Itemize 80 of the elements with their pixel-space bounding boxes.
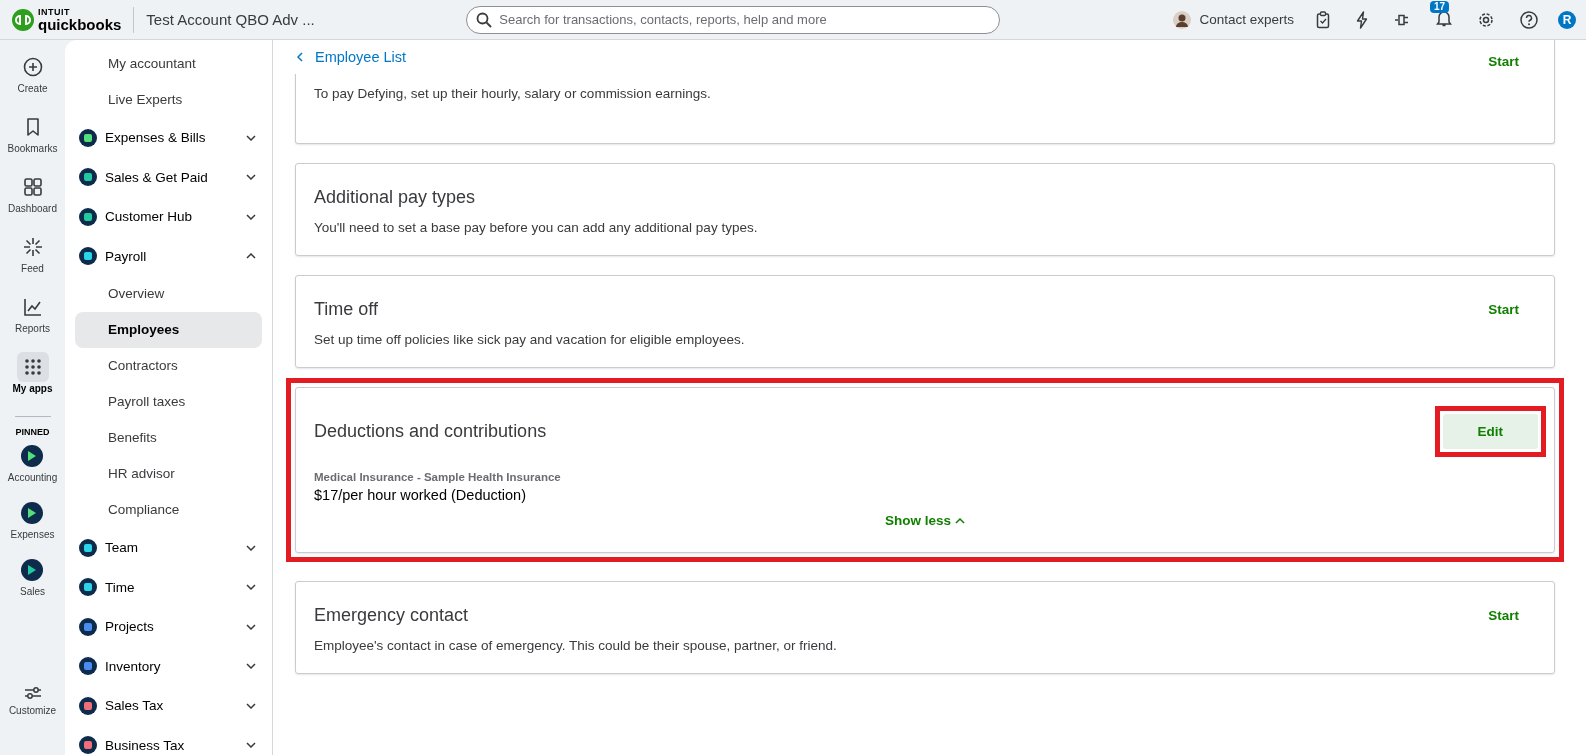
start-button[interactable]: Start bbox=[1471, 48, 1536, 75]
search-field[interactable]: Search for transactions, contacts, reports, help and more bbox=[466, 5, 1001, 34]
sparkle-icon bbox=[22, 237, 43, 257]
card-title: Time off bbox=[314, 298, 379, 320]
card-description: Employee's contact in case of emergency. This could be their spouse, partner, or friend. bbox=[314, 638, 838, 653]
nav-sub-item[interactable]: Overview bbox=[75, 276, 262, 312]
edit-button[interactable]: Edit bbox=[1442, 414, 1538, 449]
nav-app-item[interactable]: Sales Tax bbox=[75, 686, 262, 726]
company-name[interactable]: Test Account QBO Adv ... bbox=[146, 11, 467, 28]
nav-app-item[interactable]: Inventory bbox=[75, 646, 262, 686]
start-button[interactable]: Start bbox=[1471, 601, 1536, 629]
nav-app-item[interactable]: Team bbox=[75, 528, 262, 568]
nav-link[interactable]: My accountant bbox=[75, 46, 262, 82]
logo-brand-text: INTUIT bbox=[38, 7, 71, 17]
app-badge-icon bbox=[21, 559, 44, 581]
person-avatar-icon bbox=[1173, 10, 1192, 29]
rail-reports-button[interactable]: Reports bbox=[1, 294, 64, 354]
grid-dots-icon bbox=[22, 357, 43, 377]
show-less-link[interactable]: Show less bbox=[314, 513, 1536, 528]
nav-link[interactable]: Live Experts bbox=[75, 82, 262, 118]
nav-sub-item[interactable]: HR advisor bbox=[75, 456, 262, 492]
app-badge-icon bbox=[79, 736, 97, 755]
nav-app-item[interactable]: Payroll bbox=[75, 236, 262, 276]
clipboard-check-icon[interactable] bbox=[1316, 10, 1330, 29]
pinned-app-button[interactable]: Expenses bbox=[10, 502, 55, 559]
dashboard-icon bbox=[22, 177, 43, 197]
create-icon bbox=[22, 57, 43, 77]
app-badge-icon bbox=[79, 538, 97, 557]
contact-experts-button[interactable]: Contact experts bbox=[1173, 10, 1294, 29]
nav-app-item[interactable]: Customer Hub bbox=[75, 197, 262, 237]
chevron-left-icon bbox=[297, 52, 303, 62]
logo-product-text: quickbooks bbox=[38, 16, 122, 32]
lightning-icon[interactable] bbox=[1356, 10, 1368, 29]
nav-app-item[interactable]: Sales & Get Paid bbox=[75, 157, 262, 197]
chevron-up-icon bbox=[955, 517, 965, 524]
help-icon[interactable] bbox=[1520, 10, 1538, 29]
app-badge-icon bbox=[21, 445, 44, 467]
nav-app-item[interactable]: Business Tax bbox=[75, 725, 262, 755]
app-badge-icon bbox=[79, 168, 97, 187]
app-badge-icon bbox=[79, 578, 97, 597]
card-description: Set up time off policies like sick pay and vacation for eligible employees. bbox=[314, 332, 746, 347]
settings-icon[interactable] bbox=[1478, 11, 1494, 28]
rail-apps-button[interactable]: My apps bbox=[1, 354, 64, 414]
nav-sub-item[interactable]: Employees bbox=[75, 312, 262, 348]
rail-create-button[interactable]: Create bbox=[1, 54, 64, 114]
line-chart-icon bbox=[22, 297, 43, 317]
card-description: To pay Defying, set up their hourly, salary or commission earnings. bbox=[314, 86, 712, 101]
app-badge-icon bbox=[79, 207, 97, 226]
app-badge-icon bbox=[79, 696, 97, 715]
app-badge-icon bbox=[21, 502, 44, 524]
app-badge-icon bbox=[79, 657, 97, 676]
card-title: Emergency contact bbox=[314, 604, 469, 626]
rail-feed-button[interactable]: Feed bbox=[1, 234, 64, 294]
customize-button[interactable]: Customize bbox=[8, 686, 57, 743]
nav-app-item[interactable]: Expenses & Bills bbox=[75, 118, 262, 158]
nav-sub-item[interactable]: Contractors bbox=[75, 348, 262, 384]
rail-bookmark-button[interactable]: Bookmarks bbox=[1, 114, 64, 174]
rail-dashboard-button[interactable]: Dashboard bbox=[1, 174, 64, 234]
app-badge-icon bbox=[79, 617, 97, 636]
notification-count-badge: 17 bbox=[1430, 0, 1450, 13]
pinned-app-button[interactable]: Sales bbox=[20, 559, 45, 616]
card-description: You'll need to set a base pay before you can add any additional pay types. bbox=[314, 220, 759, 235]
card-title: Deductions and contributions bbox=[314, 421, 547, 442]
start-button[interactable]: Start bbox=[1471, 295, 1536, 323]
nav-app-item[interactable]: Projects bbox=[75, 607, 262, 647]
quickbooks-logo-icon bbox=[12, 8, 34, 31]
pinned-heading: PINNED bbox=[15, 427, 50, 437]
deduction-name: Medical Insurance - Sample Health Insurance bbox=[314, 471, 562, 483]
nav-sub-item[interactable]: Payroll taxes bbox=[75, 384, 262, 420]
nav-app-item[interactable]: Time bbox=[75, 567, 262, 607]
deduction-amount: $17/per hour worked (Deduction) bbox=[314, 487, 527, 503]
sliders-icon bbox=[23, 686, 42, 700]
app-badge-icon bbox=[79, 247, 97, 266]
app-badge-icon bbox=[79, 128, 97, 147]
nav-sub-item[interactable]: Compliance bbox=[75, 492, 262, 528]
pinned-app-button[interactable]: Accounting bbox=[7, 445, 58, 502]
user-avatar[interactable]: R bbox=[1558, 10, 1576, 29]
nav-sub-item[interactable]: Benefits bbox=[75, 420, 262, 456]
search-icon bbox=[476, 11, 493, 28]
card-title: Additional pay types bbox=[314, 186, 476, 208]
